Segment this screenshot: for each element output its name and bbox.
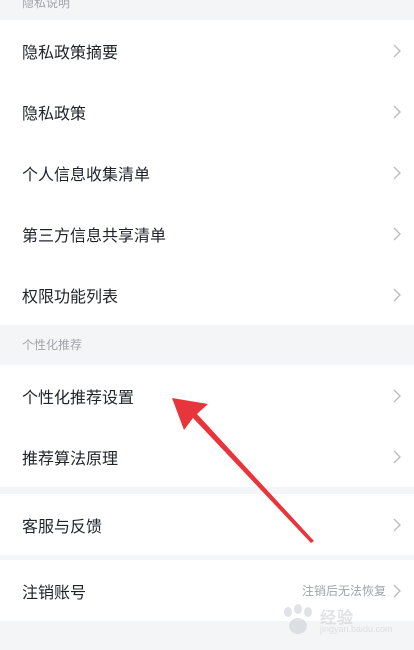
privacy-summary-label: 隐私政策摘要	[22, 42, 119, 62]
chevron-right-icon	[393, 450, 401, 463]
privacy-summary-item[interactable]: 隐私政策摘要	[0, 20, 414, 81]
support-feedback-item[interactable]: 客服与反馈	[0, 494, 414, 555]
delete-account-hint: 注销后无法恢复	[301, 584, 386, 598]
privacy-list: 隐私政策摘要 隐私政策 个人信息收集清单 第三方信息共享清单 权限功能列表	[0, 20, 414, 325]
privacy-policy-label: 隐私政策	[22, 103, 87, 123]
chevron-right-icon	[393, 44, 401, 57]
chevron-right-icon	[393, 389, 401, 402]
chevron-right-icon	[393, 227, 401, 240]
personalized-list: 个性化推荐设置 推荐算法原理	[0, 365, 414, 487]
third-party-sharing-label: 第三方信息共享清单	[22, 225, 167, 245]
personal-info-list-label: 个人信息收集清单	[22, 164, 151, 184]
account-list: 注销账号 注销后无法恢复	[0, 560, 414, 621]
support-feedback-label: 客服与反馈	[22, 516, 103, 536]
chevron-right-icon	[393, 584, 401, 597]
delete-account-item[interactable]: 注销账号 注销后无法恢复	[0, 560, 414, 621]
algorithm-principle-label: 推荐算法原理	[22, 448, 119, 468]
privacy-policy-item[interactable]: 隐私政策	[0, 81, 414, 142]
chevron-right-icon	[393, 288, 401, 301]
delete-account-label: 注销账号	[22, 582, 87, 602]
watermark-url: jingyan.baidu.com	[320, 624, 393, 634]
section-header-personalized: 个性化推荐	[22, 337, 83, 352]
personalized-settings-item[interactable]: 个性化推荐设置	[0, 365, 414, 426]
chevron-right-icon	[393, 166, 401, 179]
permissions-list-item[interactable]: 权限功能列表	[0, 264, 414, 325]
algorithm-principle-item[interactable]: 推荐算法原理	[0, 426, 414, 487]
support-list: 客服与反馈	[0, 494, 414, 555]
permissions-list-label: 权限功能列表	[22, 286, 119, 306]
section-header-privacy: 隐私说明	[22, 0, 71, 10]
personal-info-list-item[interactable]: 个人信息收集清单	[0, 142, 414, 203]
settings-privacy-page: 隐私说明 隐私政策摘要 隐私政策 个人信息收集清单 第三方信息共享清单 权限功能…	[0, 0, 414, 650]
chevron-right-icon	[393, 518, 401, 531]
chevron-right-icon	[393, 105, 401, 118]
personalized-settings-label: 个性化推荐设置	[22, 387, 135, 407]
third-party-sharing-item[interactable]: 第三方信息共享清单	[0, 203, 414, 264]
